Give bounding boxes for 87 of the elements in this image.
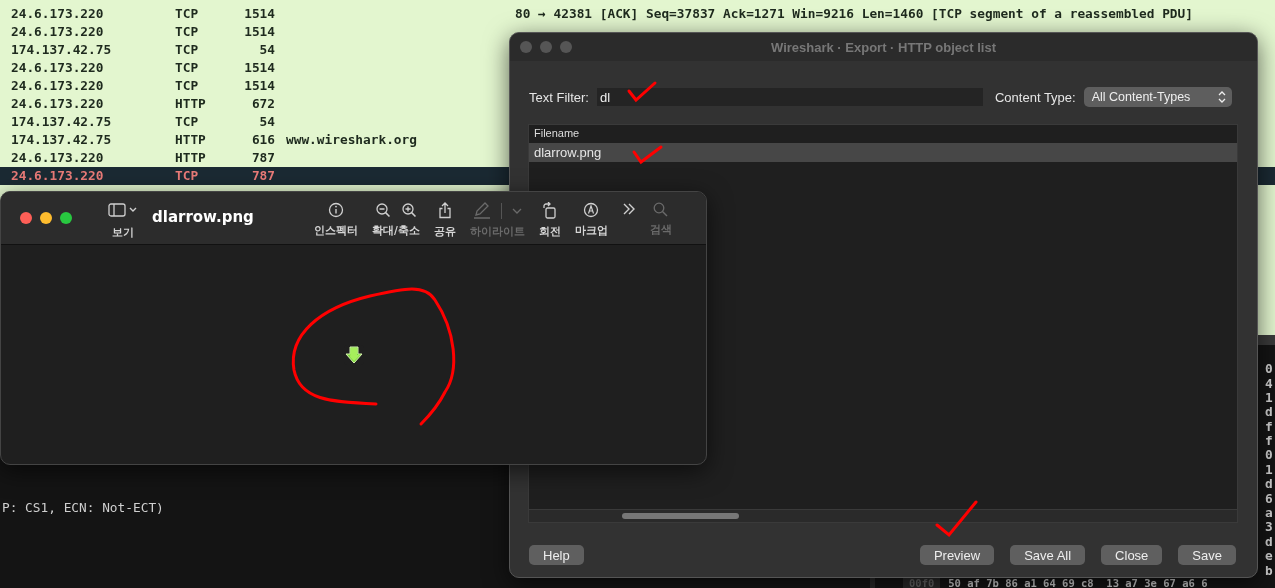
content-type-dropdown[interactable]: All Content-Types xyxy=(1083,87,1232,107)
source-cell-text: 174.137.42.75 xyxy=(11,131,113,149)
check-mark xyxy=(627,81,657,103)
hex-text: d xyxy=(1265,405,1274,420)
hex-text: e xyxy=(1265,549,1274,564)
hex-text: 4 xyxy=(1265,376,1274,391)
protocol-cell-text: TCP xyxy=(175,41,200,59)
hex-text: 0 xyxy=(1265,448,1274,463)
zoom-in-icon[interactable] xyxy=(400,202,417,218)
hex-text: 6 xyxy=(1265,491,1274,507)
source-cell-text: 24.6.173.220 xyxy=(11,77,105,95)
toolbar-label: 공유 xyxy=(433,225,456,239)
toolbar-label: 검색 xyxy=(649,223,672,237)
sidebar-icon[interactable] xyxy=(108,202,138,218)
protocol-cell-text: TCP xyxy=(175,5,200,23)
length-cell-text: 1514 xyxy=(243,59,275,77)
toolbar-label: 보기 xyxy=(112,226,134,240)
protocol-cell-text: TCP xyxy=(175,167,200,185)
hex-line: 50 af 7b 86 a1 64 69 c8 13 a7 3e 67 a6 6 xyxy=(948,578,1208,588)
packet-row[interactable]: 24.6.173.220 TCP 1514 80 → 42381 [ACK] Seq=37837 Ack=1271 Win=9216 Len=1460 [TCP segment of a reassembled PDU] xyxy=(0,5,1275,23)
hex-text: f xyxy=(1265,434,1274,449)
hex-text: a xyxy=(1265,506,1274,521)
length-cell-text: 1514 xyxy=(243,77,275,95)
source-cell-text: 24.6.173.220 xyxy=(11,95,105,113)
length-cell-text: 787 xyxy=(250,167,275,185)
protocol-cell-text: TCP xyxy=(175,113,200,131)
source-cell-text: 24.6.173.220 xyxy=(11,23,105,41)
hex-text: f xyxy=(1265,419,1274,435)
toolbar-label: 회전 xyxy=(538,225,561,239)
toolbar-label: 확대/축소 xyxy=(372,224,420,238)
protocol-cell-text: TCP xyxy=(175,59,200,77)
scrollbar[interactable] xyxy=(529,509,1237,522)
source-cell-text: 24.6.173.220 xyxy=(11,59,105,77)
share-icon[interactable] xyxy=(437,202,452,219)
protocol-cell-text: HTTP xyxy=(175,149,207,167)
toolbar-label: 마크업 xyxy=(574,224,608,238)
length-cell-text: 787 xyxy=(250,149,275,167)
dialog-button[interactable]: Help xyxy=(529,545,584,565)
source-cell-text: 174.137.42.75 xyxy=(11,41,113,59)
check-mark xyxy=(632,145,663,165)
field-label: Content Type: xyxy=(994,89,1076,105)
info-icon[interactable] xyxy=(328,202,344,218)
window-title: Wireshark · Export · HTTP object list xyxy=(771,39,996,55)
toolbar-label: 하이라이트 xyxy=(469,225,525,239)
protocol-cell-text: HTTP xyxy=(175,95,207,113)
zoom-button[interactable] xyxy=(60,212,72,224)
protocol-cell-text: HTTP xyxy=(175,131,207,149)
info-cell-text: 80 → 42381 [ACK] Seq=37837 Ack=1271 Win=9216 Len=1460 [TCP segment of a reassembled PDU] xyxy=(515,5,1194,23)
protocol-cell-text: TCP xyxy=(175,23,200,41)
length-cell-text: 672 xyxy=(250,95,275,113)
length-cell-text: 54 xyxy=(258,41,275,59)
dialog-button[interactable]: Save xyxy=(1178,545,1236,565)
toolbar-label: 인스펙터 xyxy=(314,224,358,238)
close-button[interactable] xyxy=(20,212,32,224)
length-cell-text: 616 xyxy=(250,131,275,149)
updown-icon xyxy=(1217,91,1226,103)
length-cell-text: 1514 xyxy=(243,23,275,41)
hex-text: 1 xyxy=(1265,462,1274,478)
zoom-out-icon[interactable] xyxy=(374,202,391,218)
detail-line: P: CS1, ECN: Not-ECT) xyxy=(2,500,165,515)
file-row[interactable]: dlarrow.png xyxy=(529,143,1237,162)
window-title: dlarrow.png xyxy=(152,208,255,226)
check-mark xyxy=(935,500,978,538)
dialog-button[interactable]: Preview xyxy=(919,545,995,565)
source-cell-text: 24.6.173.220 xyxy=(11,5,105,23)
source-cell-text: 24.6.173.220 xyxy=(11,167,105,185)
rotate-icon[interactable] xyxy=(541,202,558,219)
protocol-cell-text: TCP xyxy=(175,77,200,95)
dialog-button[interactable]: Save All xyxy=(1010,545,1086,565)
text-filter-field[interactable]: dl xyxy=(596,88,983,106)
minimize-button[interactable] xyxy=(40,212,52,224)
column-header[interactable]: Filename xyxy=(529,125,1237,143)
length-cell-text: 1514 xyxy=(243,5,275,23)
host-cell-text: www.wireshark.org xyxy=(286,131,418,149)
source-cell-text: 24.6.173.220 xyxy=(11,149,105,167)
length-cell-text: 54 xyxy=(258,113,275,131)
hex-text: 1 xyxy=(1265,390,1274,406)
hex-text: 0 xyxy=(1265,362,1274,377)
source-cell-text: 174.137.42.75 xyxy=(11,113,113,131)
chevrons-icon[interactable] xyxy=(621,202,636,216)
field-label: Text Filter: xyxy=(529,89,589,105)
hex-text: b xyxy=(1265,563,1274,578)
hex-text: d xyxy=(1265,534,1274,550)
hex-text: d xyxy=(1265,477,1274,492)
hex-text: 3 xyxy=(1265,520,1274,535)
markup-icon[interactable] xyxy=(583,202,600,218)
dialog-button[interactable]: Close xyxy=(1101,545,1163,565)
